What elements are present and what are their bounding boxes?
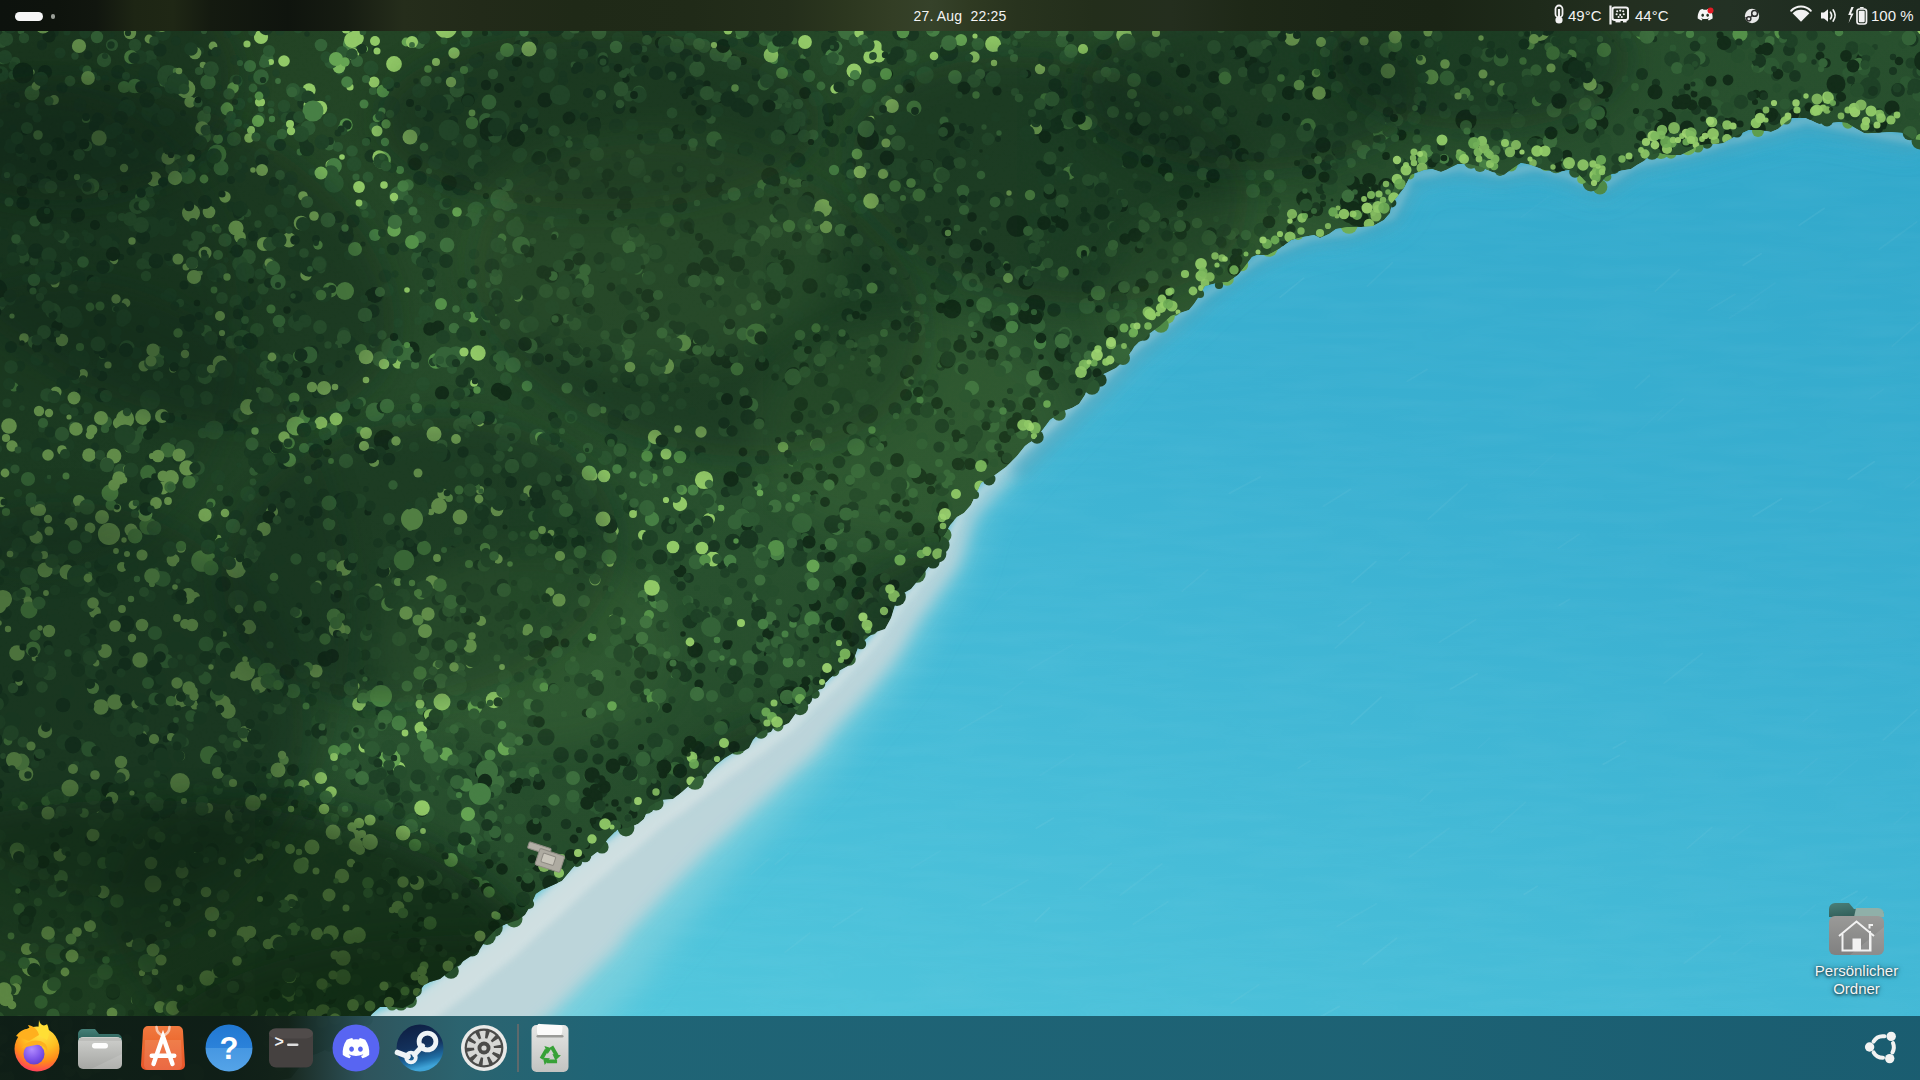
- svg-text:44°C: 44°C: [1635, 7, 1669, 24]
- svg-text:49°C: 49°C: [1568, 7, 1602, 24]
- svg-text:?: ?: [220, 1031, 239, 1066]
- svg-text:>: >: [275, 1033, 284, 1050]
- svg-text:100 %: 100 %: [1871, 7, 1914, 24]
